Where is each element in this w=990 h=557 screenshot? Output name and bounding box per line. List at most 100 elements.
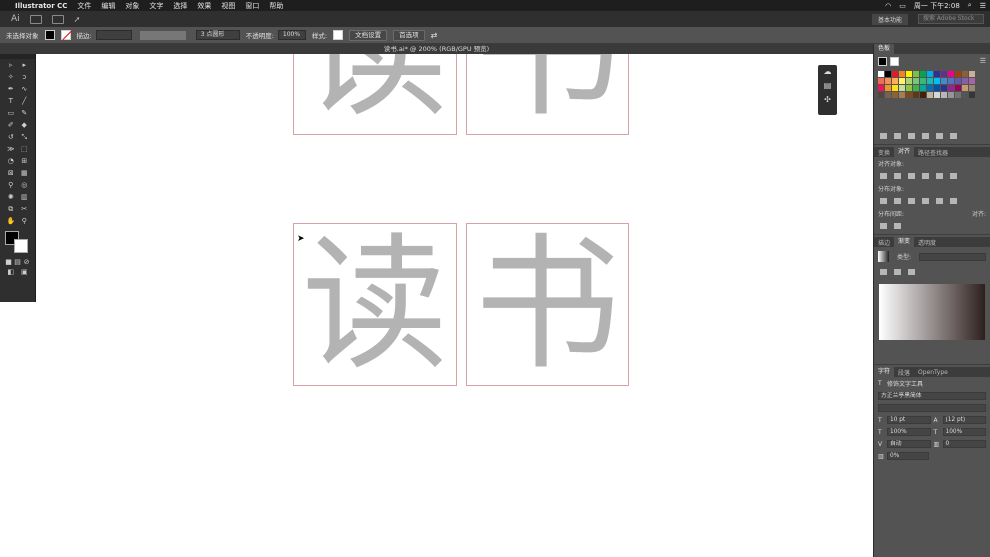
color-swatch[interactable] bbox=[955, 85, 961, 91]
color-swatch[interactable] bbox=[948, 71, 954, 77]
gradient-ramp[interactable] bbox=[879, 284, 985, 340]
color-swatch[interactable] bbox=[948, 85, 954, 91]
dist-hcenter-icon[interactable] bbox=[936, 198, 943, 204]
bridge-icon[interactable] bbox=[29, 14, 42, 24]
font-family-select[interactable]: 方正兰亭黑简体 bbox=[878, 392, 986, 400]
perspective-grid-tool-icon[interactable]: ⊞ bbox=[20, 157, 28, 165]
color-swatch[interactable] bbox=[941, 71, 947, 77]
eraser-tool-icon[interactable]: ◆ bbox=[20, 121, 28, 129]
curvature-tool-icon[interactable]: ∿ bbox=[20, 85, 28, 93]
dist-left-icon[interactable] bbox=[922, 198, 929, 204]
libraries-icon[interactable]: ☁ bbox=[818, 65, 837, 79]
arrange-documents-icon[interactable] bbox=[51, 14, 64, 24]
width-tool-icon[interactable]: ≫ bbox=[7, 145, 15, 153]
app-menu[interactable]: Illustrator CC bbox=[10, 2, 72, 10]
color-swatch[interactable] bbox=[913, 85, 919, 91]
color-swatch[interactable] bbox=[892, 71, 898, 77]
color-swatch[interactable] bbox=[913, 71, 919, 77]
color-swatch[interactable] bbox=[969, 71, 975, 77]
color-swatch[interactable] bbox=[906, 92, 912, 98]
color-swatch[interactable] bbox=[941, 85, 947, 91]
align-vcenter-icon[interactable] bbox=[936, 173, 943, 179]
document-setup-button[interactable]: 文档设置 bbox=[349, 29, 388, 41]
battery-icon[interactable]: ▭ bbox=[895, 2, 910, 10]
color-swatch[interactable] bbox=[892, 85, 898, 91]
dist-top-icon[interactable] bbox=[880, 198, 887, 204]
artboard-top-right[interactable]: 书 bbox=[466, 54, 629, 135]
menu-help[interactable]: 帮助 bbox=[264, 1, 288, 11]
color-swatch[interactable] bbox=[962, 85, 968, 91]
color-swatch[interactable] bbox=[934, 92, 940, 98]
tab-pathfinder[interactable]: 路径查找器 bbox=[914, 148, 952, 157]
color-swatch[interactable] bbox=[920, 85, 926, 91]
tab-swatches[interactable]: 色板 bbox=[874, 44, 895, 54]
leading-field[interactable]: (12 pt) bbox=[942, 416, 986, 424]
menu-edit[interactable]: 编辑 bbox=[96, 1, 120, 11]
show-kinds-icon[interactable] bbox=[894, 133, 901, 139]
clock[interactable]: 周一 下午2:08 bbox=[910, 1, 964, 11]
kerning-field[interactable]: 自动 bbox=[887, 440, 931, 448]
color-swatch[interactable] bbox=[892, 92, 898, 98]
shape-builder-tool-icon[interactable]: ◔ bbox=[7, 157, 15, 165]
document-tab[interactable]: 读书.ai* @ 200% (RGB/GPU 预览) bbox=[0, 44, 873, 54]
list-view-icon[interactable]: ☰ bbox=[980, 57, 986, 66]
color-swatch[interactable] bbox=[878, 85, 884, 91]
hand-tool-icon[interactable]: ✋ bbox=[7, 217, 16, 225]
align-bottom-icon[interactable] bbox=[950, 173, 957, 179]
color-swatch[interactable] bbox=[934, 85, 940, 91]
color-swatch[interactable] bbox=[878, 92, 884, 98]
asset-export-icon[interactable]: ✣ bbox=[818, 93, 837, 107]
tab-transform[interactable]: 变换 bbox=[874, 148, 894, 157]
align-left-icon[interactable] bbox=[880, 173, 887, 179]
canvas[interactable]: 读 书 读 书 bbox=[0, 54, 873, 557]
color-swatch[interactable] bbox=[913, 78, 919, 84]
menu-file[interactable]: 文件 bbox=[72, 1, 96, 11]
spotlight-icon[interactable]: ⌕ bbox=[964, 1, 976, 10]
tab-align[interactable]: 对齐 bbox=[894, 147, 915, 157]
dist-bottom-icon[interactable] bbox=[908, 198, 915, 204]
workspace-switcher[interactable]: 基本功能 bbox=[871, 13, 908, 25]
zoom-tool-icon[interactable]: ⚲ bbox=[20, 217, 28, 225]
color-swatch[interactable] bbox=[885, 85, 891, 91]
color-swatch[interactable] bbox=[962, 71, 968, 77]
color-swatch[interactable] bbox=[878, 71, 884, 77]
color-swatch[interactable] bbox=[962, 78, 968, 84]
color-swatch[interactable] bbox=[899, 71, 905, 77]
selection-tool-icon[interactable]: ▹ bbox=[7, 61, 15, 69]
screen-mode-icon[interactable]: ▣ bbox=[20, 268, 28, 276]
swatch-options-icon[interactable] bbox=[908, 133, 915, 139]
color-swatch[interactable] bbox=[927, 71, 933, 77]
color-swatch[interactable] bbox=[899, 92, 905, 98]
stroke-color-box[interactable] bbox=[14, 239, 28, 253]
menu-object[interactable]: 对象 bbox=[120, 1, 144, 11]
color-swatch[interactable] bbox=[955, 71, 961, 77]
color-swatch[interactable] bbox=[913, 92, 919, 98]
wifi-icon[interactable]: ◠ bbox=[881, 2, 895, 10]
active-fill-swatch[interactable] bbox=[878, 57, 887, 66]
color-mode-icon[interactable]: ■ bbox=[5, 258, 13, 266]
horizontal-scale-field[interactable]: 100% bbox=[942, 428, 986, 436]
vertical-scale-field[interactable]: 100% bbox=[887, 428, 931, 436]
tab-character[interactable]: 字符 bbox=[874, 367, 895, 377]
color-swatch[interactable] bbox=[969, 92, 975, 98]
new-swatch-icon[interactable] bbox=[936, 133, 943, 139]
tab-opentype[interactable]: OpenType bbox=[914, 369, 952, 376]
menu-select[interactable]: 选择 bbox=[168, 1, 192, 11]
align-hcenter-icon[interactable] bbox=[894, 173, 901, 179]
properties-icon[interactable]: ▤ bbox=[818, 79, 837, 93]
align-right-icon[interactable] bbox=[908, 173, 915, 179]
delete-swatch-icon[interactable] bbox=[950, 133, 957, 139]
color-swatch[interactable] bbox=[969, 78, 975, 84]
type-tool-icon[interactable]: T bbox=[7, 97, 15, 105]
gradient-preview[interactable] bbox=[878, 251, 889, 262]
slice-tool-icon[interactable]: ✂ bbox=[20, 205, 28, 213]
color-swatch[interactable] bbox=[934, 71, 940, 77]
tsume-field[interactable]: 0% bbox=[887, 452, 929, 460]
rectangle-tool-icon[interactable]: ▭ bbox=[7, 109, 15, 117]
color-swatch[interactable] bbox=[948, 78, 954, 84]
artboard-tool-icon[interactable]: ⧉ bbox=[7, 205, 15, 213]
notification-icon[interactable]: ☰ bbox=[976, 2, 990, 10]
color-swatch[interactable] bbox=[962, 92, 968, 98]
color-swatch[interactable] bbox=[885, 71, 891, 77]
menu-window[interactable]: 窗口 bbox=[240, 1, 264, 11]
